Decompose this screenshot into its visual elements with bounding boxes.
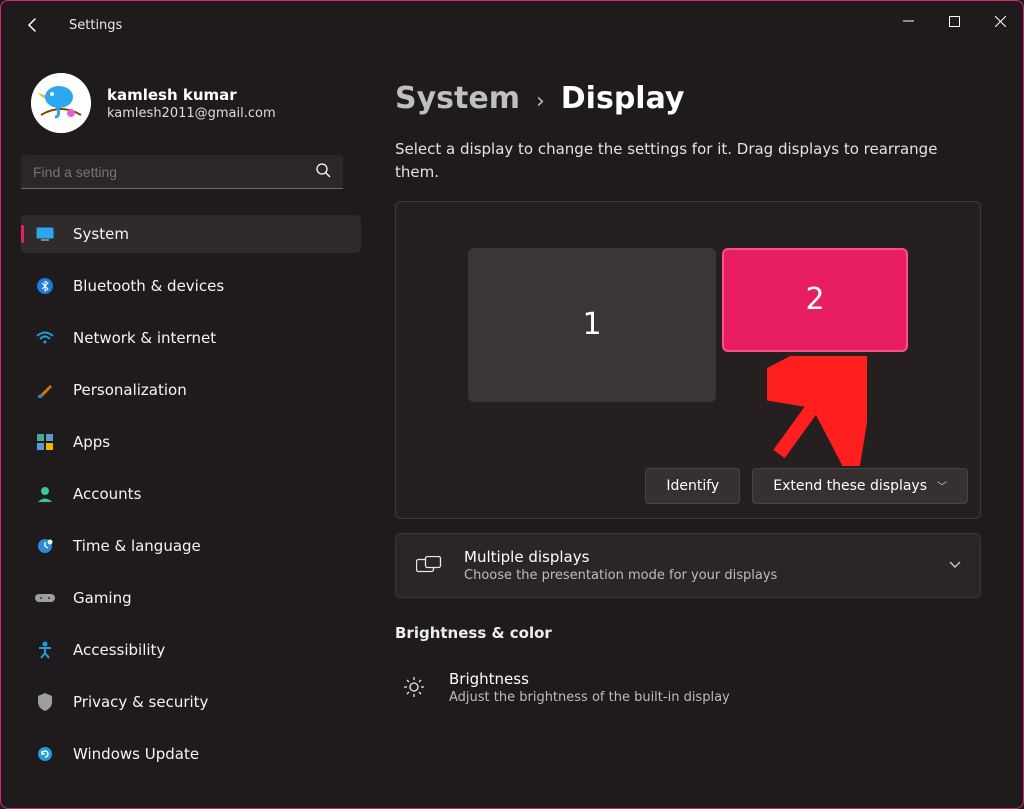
display-mode-dropdown[interactable]: Extend these displays ﹀ [752, 468, 968, 504]
breadcrumb: System › Display [395, 81, 1005, 116]
sidebar-item-apps[interactable]: Apps [21, 423, 361, 461]
row-description: Choose the presentation mode for your di… [464, 568, 948, 583]
sidebar-item-personalization[interactable]: Personalization [21, 371, 361, 409]
display-arrangement-panel: 1 2 Identify Extend these displays ﹀ [395, 201, 981, 519]
display-icon [35, 224, 55, 244]
sidebar-item-accounts[interactable]: Accounts [21, 475, 361, 513]
main-content: System › Display Select a display to cha… [361, 49, 1023, 808]
bluetooth-icon [35, 276, 55, 296]
gamepad-icon [35, 588, 55, 608]
display-canvas[interactable]: 1 2 [408, 248, 968, 408]
wifi-icon [35, 328, 55, 348]
sidebar-item-label: Accessibility [73, 641, 165, 659]
multiple-displays-row[interactable]: Multiple displays Choose the presentatio… [395, 533, 981, 598]
multi-display-icon [414, 556, 444, 574]
close-button[interactable] [977, 1, 1023, 33]
sidebar-item-update[interactable]: Windows Update [21, 735, 361, 773]
sidebar: kamlesh kumar kamlesh2011@gmail.com Syst… [1, 49, 361, 808]
sidebar-item-label: Privacy & security [73, 693, 208, 711]
search-input[interactable] [33, 164, 315, 180]
sidebar-item-label: System [73, 225, 129, 243]
update-icon [35, 744, 55, 764]
window-controls [885, 1, 1023, 33]
profile-name: kamlesh kumar [107, 86, 276, 104]
apps-icon [35, 432, 55, 452]
sidebar-item-bluetooth[interactable]: Bluetooth & devices [21, 267, 361, 305]
sidebar-item-time[interactable]: Time & language [21, 527, 361, 565]
shield-icon [35, 692, 55, 712]
dropdown-label: Extend these displays [773, 478, 927, 494]
section-brightness-header: Brightness & color [395, 624, 1005, 642]
back-button[interactable] [23, 15, 43, 35]
sidebar-item-label: Windows Update [73, 745, 199, 763]
brightness-icon [399, 676, 429, 698]
monitor-label: 2 [805, 282, 824, 317]
sidebar-item-network[interactable]: Network & internet [21, 319, 361, 357]
avatar [31, 73, 91, 133]
monitor-label: 1 [582, 307, 601, 342]
identify-button[interactable]: Identify [645, 468, 740, 504]
help-text: Select a display to change the settings … [395, 138, 965, 185]
profile-block[interactable]: kamlesh kumar kamlesh2011@gmail.com [21, 49, 351, 155]
row-title: Multiple displays [464, 548, 948, 566]
nav-list: System Bluetooth & devices Network & int… [21, 207, 351, 773]
sidebar-item-label: Gaming [73, 589, 132, 607]
sidebar-item-gaming[interactable]: Gaming [21, 579, 361, 617]
sidebar-item-label: Personalization [73, 381, 187, 399]
clock-icon [35, 536, 55, 556]
app-title: Settings [69, 18, 122, 33]
profile-email: kamlesh2011@gmail.com [107, 106, 276, 121]
breadcrumb-parent[interactable]: System [395, 81, 520, 116]
monitor-1[interactable]: 1 [468, 248, 716, 402]
person-icon [35, 484, 55, 504]
row-description: Adjust the brightness of the built-in di… [449, 690, 963, 705]
sidebar-item-label: Time & language [73, 537, 201, 555]
chevron-down-icon: ﹀ [937, 478, 947, 493]
brush-icon [35, 380, 55, 400]
sidebar-item-accessibility[interactable]: Accessibility [21, 631, 361, 669]
page-title: Display [561, 81, 685, 116]
search-box[interactable] [21, 155, 343, 189]
accessibility-icon [35, 640, 55, 660]
row-title: Brightness [449, 670, 963, 688]
titlebar: Settings [1, 1, 1023, 49]
search-icon [315, 162, 331, 182]
sidebar-item-label: Bluetooth & devices [73, 277, 224, 295]
sidebar-item-privacy[interactable]: Privacy & security [21, 683, 361, 721]
minimize-button[interactable] [885, 1, 931, 33]
sidebar-item-label: Network & internet [73, 329, 216, 347]
sidebar-item-label: Accounts [73, 485, 141, 503]
button-label: Identify [666, 478, 719, 494]
chevron-right-icon: › [536, 89, 545, 114]
chevron-down-icon [948, 556, 962, 575]
monitor-2[interactable]: 2 [722, 248, 908, 352]
sidebar-item-system[interactable]: System [21, 215, 361, 253]
brightness-row[interactable]: Brightness Adjust the brightness of the … [395, 656, 981, 719]
sidebar-item-label: Apps [73, 433, 110, 451]
maximize-button[interactable] [931, 1, 977, 33]
